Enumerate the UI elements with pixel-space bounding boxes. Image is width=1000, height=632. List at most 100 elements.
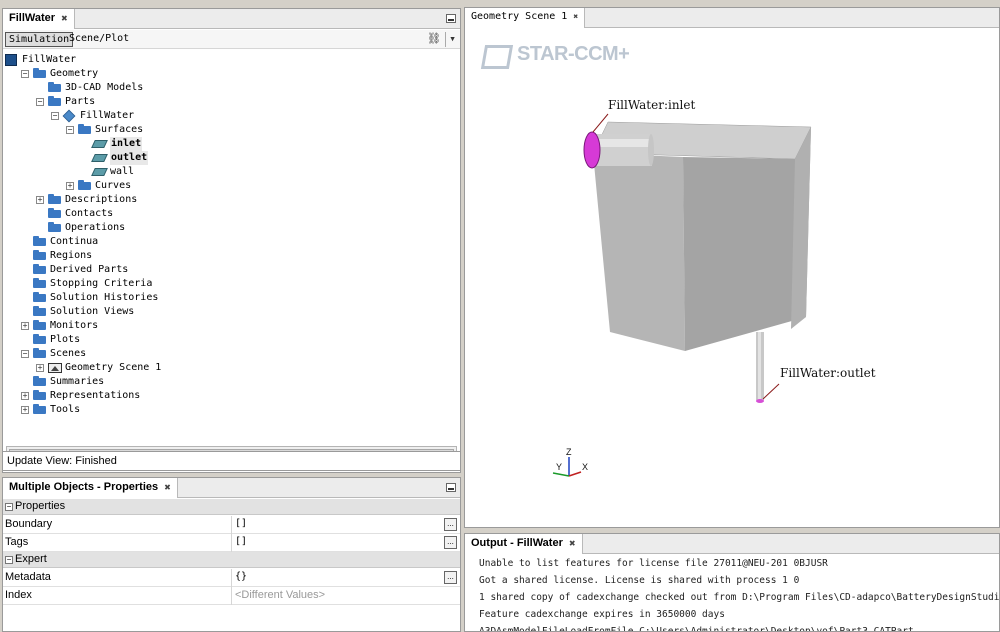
tree-item[interactable]: outlet (3, 151, 458, 165)
tree-subtabs: Simulation Scene/Plot ⛓ ▾ (3, 30, 460, 49)
property-row[interactable]: Tags []... (3, 534, 460, 552)
collapse-icon[interactable]: − (5, 556, 13, 564)
ellipsis-button[interactable]: ... (444, 571, 457, 584)
output-line: 1 shared copy of cadexchange checked out… (479, 592, 1000, 603)
tab-properties[interactable]: Multiple Objects - Properties ✖ (3, 478, 178, 498)
tab-fillwater[interactable]: FillWater ✖ (3, 9, 75, 29)
column-divider (231, 534, 232, 552)
tree-item-label: Solution Views (50, 306, 135, 317)
scene-tabbar: Geometry Scene 1 ✖ (465, 8, 999, 28)
output-line: Unable to list features for license file… (479, 558, 828, 569)
ellipsis-button[interactable]: ... (444, 536, 457, 549)
tree-item-label: outlet (110, 151, 149, 165)
simulation-tree: FillWater − Geometry 3D-CAD Models − Parts − Fi… (3, 51, 460, 445)
tree-item[interactable]: − Surfaces (3, 123, 458, 137)
tree-item[interactable]: − Scenes (3, 347, 458, 361)
expand-icon[interactable]: + (66, 182, 74, 190)
tree-item[interactable]: Solution Views (3, 305, 458, 319)
property-group-label: Expert (15, 553, 47, 565)
property-row[interactable]: Index <Different Values> (3, 587, 460, 605)
property-value[interactable]: [] (235, 518, 247, 529)
property-value[interactable]: [] (235, 536, 247, 547)
close-icon[interactable]: ✖ (573, 12, 578, 21)
tree-item[interactable]: Derived Parts (3, 263, 458, 277)
tree-item[interactable]: Continua (3, 235, 458, 249)
collapse-icon[interactable]: − (21, 70, 29, 78)
tree-item-label: Continua (50, 236, 99, 247)
scene-viewport[interactable]: STAR-CCM+ FillWater:inlet FillWater:outl… (465, 29, 999, 527)
expand-icon[interactable]: + (21, 322, 29, 330)
properties-title: Multiple Objects - Properties (9, 481, 159, 493)
tree-item[interactable]: Solution Histories (3, 291, 458, 305)
ellipsis-button[interactable]: ... (444, 518, 457, 531)
expand-icon[interactable]: + (21, 392, 29, 400)
tree-item-label: inlet (110, 137, 143, 151)
folder-icon (48, 208, 61, 218)
tree-item[interactable]: wall (3, 165, 458, 179)
outlet-surface (756, 399, 764, 403)
axis-x-line (568, 471, 582, 477)
expand-icon[interactable]: + (21, 406, 29, 414)
tree-item[interactable]: Contacts (3, 207, 458, 221)
tree-item[interactable]: − FillWater (3, 109, 458, 123)
output-panel: Output - FillWater ✖ Unable to list featu… (464, 533, 1000, 632)
minimize-icon[interactable] (446, 483, 456, 492)
tree-item-label: FillWater (80, 110, 135, 121)
collapse-icon[interactable]: − (21, 350, 29, 358)
outlet-label: FillWater:outlet (780, 366, 876, 380)
tab-scene-plot[interactable]: Scene/Plot (66, 32, 132, 47)
tree-item[interactable]: FillWater (3, 53, 458, 67)
tree-item[interactable]: + Geometry Scene 1 (3, 361, 458, 375)
tree-item[interactable]: inlet (3, 137, 458, 151)
tree-item-label: Regions (50, 250, 93, 261)
tree-item[interactable]: Summaries (3, 375, 458, 389)
chevron-down-icon[interactable]: ▾ (445, 32, 459, 47)
close-icon[interactable]: ✖ (164, 483, 171, 492)
folder-icon (48, 96, 61, 106)
scene-tab-label: Geometry Scene 1 (471, 11, 568, 22)
tree-item[interactable]: Regions (3, 249, 458, 263)
minimize-icon[interactable] (446, 14, 456, 23)
tree-item[interactable]: − Parts (3, 95, 458, 109)
folder-icon (33, 292, 46, 302)
close-icon[interactable]: ✖ (61, 14, 68, 23)
tab-simulation[interactable]: Simulation (5, 32, 74, 47)
tree-item[interactable]: + Descriptions (3, 193, 458, 207)
scene-icon (48, 363, 62, 373)
property-row[interactable]: Metadata {}... (3, 569, 460, 587)
geometry-render[interactable] (465, 29, 1000, 528)
tree-item[interactable]: 3D-CAD Models (3, 81, 458, 95)
column-divider (231, 587, 232, 605)
property-value[interactable]: {} (235, 571, 247, 582)
output-line: A3DAsmModelFileLoadFromFile C:\Users\Adm… (479, 626, 914, 632)
tab-geometry-scene-1[interactable]: Geometry Scene 1 ✖ (465, 8, 586, 28)
simulation-tree-panel: FillWater ✖ Simulation Scene/Plot ⛓ ▾ Fil… (2, 8, 461, 473)
axis-x-label: X (582, 462, 589, 472)
close-icon[interactable]: ✖ (569, 539, 576, 548)
expand-icon[interactable]: + (36, 196, 44, 204)
output-line: Feature cadexchange expires in 3650000 d… (479, 609, 725, 620)
collapse-icon[interactable]: − (5, 503, 13, 511)
collapse-icon[interactable]: − (66, 126, 74, 134)
tree-layout-icon[interactable]: ⛓ (427, 32, 441, 47)
property-row[interactable]: Boundary []... (3, 516, 460, 534)
tree-item[interactable]: + Curves (3, 179, 458, 193)
tree-item[interactable]: Plots (3, 333, 458, 347)
collapse-icon[interactable]: − (51, 112, 59, 120)
property-value[interactable]: <Different Values> (235, 589, 325, 601)
folder-icon (48, 82, 61, 92)
collapse-icon[interactable]: − (36, 98, 44, 106)
tree-item[interactable]: + Monitors (3, 319, 458, 333)
axis-y-label: Y (556, 462, 563, 472)
tree-item[interactable]: Operations (3, 221, 458, 235)
tree-item[interactable]: + Tools (3, 403, 458, 417)
tree-item[interactable]: Stopping Criteria (3, 277, 458, 291)
tree-item[interactable]: − Geometry (3, 67, 458, 81)
property-group[interactable]: − Properties (3, 499, 460, 515)
expand-icon[interactable]: + (36, 364, 44, 372)
property-group[interactable]: − Expert (3, 552, 460, 568)
inlet-pipe (592, 134, 652, 166)
tree-item-label: Operations (65, 222, 126, 233)
tree-item[interactable]: + Representations (3, 389, 458, 403)
tab-output[interactable]: Output - FillWater ✖ (465, 534, 583, 554)
